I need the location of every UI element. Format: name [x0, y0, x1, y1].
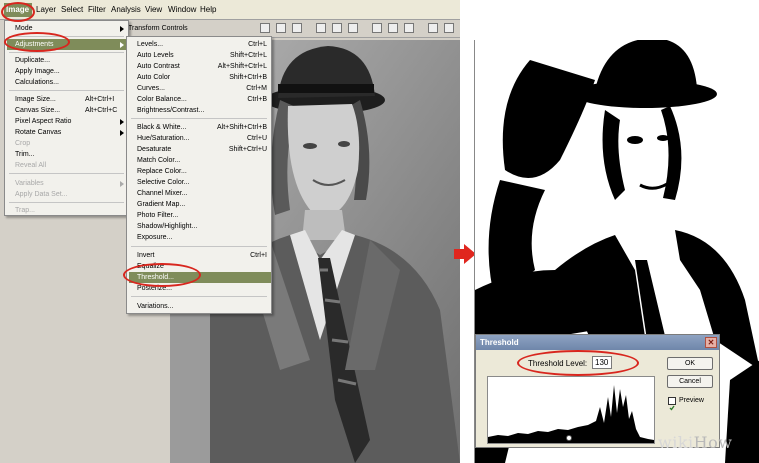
menu-layer[interactable]: Layer — [36, 5, 56, 14]
menu-item-trim[interactable]: Trim... — [15, 149, 35, 160]
menu-select[interactable]: Select — [61, 5, 83, 14]
highlight-circle-adjustments — [4, 32, 70, 52]
menu-item-image-size[interactable]: Image Size... Alt+Ctrl+I — [15, 94, 114, 105]
menu-window[interactable]: Window — [168, 5, 196, 14]
align-left-icon[interactable] — [316, 23, 326, 33]
menu-item-invert[interactable]: Invert Ctrl+I — [137, 250, 267, 261]
menu-item-match-color[interactable]: Match Color... — [137, 155, 267, 166]
align-bottom-icon[interactable] — [292, 23, 302, 33]
menu-item-canvas-size[interactable]: Canvas Size... Alt+Ctrl+C — [15, 105, 117, 116]
submenu-arrow-icon — [120, 42, 124, 48]
distribute-left-icon[interactable] — [428, 23, 438, 33]
submenu-arrow-icon — [120, 119, 124, 125]
menu-item-brightness-contrast[interactable]: Brightness/Contrast... — [137, 105, 267, 116]
transform-controls-label: Transform Controls — [128, 25, 188, 32]
menu-filter[interactable]: Filter — [88, 5, 106, 14]
align-middle-icon[interactable] — [276, 23, 286, 33]
menu-item-auto-levels[interactable]: Auto Levels Shift+Ctrl+L — [137, 50, 267, 61]
menu-item-black-white[interactable]: Black & White... Alt+Shift+Ctrl+B — [137, 122, 267, 133]
menu-item-gradient-map[interactable]: Gradient Map... — [137, 199, 267, 210]
menu-item-rotate-canvas[interactable]: Rotate Canvas — [15, 127, 61, 138]
watermark-part-2: How — [693, 433, 733, 452]
arrow-right-icon — [454, 249, 464, 259]
menu-separator — [131, 118, 267, 119]
threshold-slider-handle[interactable] — [566, 435, 572, 441]
menu-item-duplicate[interactable]: Duplicate... — [15, 55, 50, 66]
menu-item-pixel-aspect-ratio[interactable]: Pixel Aspect Ratio — [15, 116, 71, 127]
menu-item-shadow-highlight[interactable]: Shadow/Highlight... — [137, 221, 267, 232]
photoshop-window: Image Layer Select Filter Analysis View … — [0, 0, 460, 463]
watermark-part-1: wiki — [658, 433, 694, 452]
menu-separator — [131, 246, 267, 247]
menu-view[interactable]: View — [145, 5, 162, 14]
submenu-arrow-icon — [120, 181, 124, 187]
distribute-center-icon[interactable] — [444, 23, 454, 33]
menu-item-reveal-all: Reveal All — [15, 162, 47, 169]
menu-item-apply-data-set: Apply Data Set... — [15, 191, 68, 198]
menu-item-auto-contrast[interactable]: Auto Contrast Alt+Shift+Ctrl+L — [137, 61, 267, 72]
menu-item-desaturate[interactable]: Desaturate Shift+Ctrl+U — [137, 144, 267, 155]
menu-item-auto-color[interactable]: Auto Color Shift+Ctrl+B — [137, 72, 267, 83]
close-icon[interactable]: ✕ — [705, 337, 717, 348]
distribute-middle-icon[interactable] — [388, 23, 398, 33]
menu-separator — [9, 52, 124, 53]
align-right-icon[interactable] — [348, 23, 358, 33]
menu-separator — [9, 173, 124, 174]
menu-item-selective-color[interactable]: Selective Color... — [137, 177, 267, 188]
align-center-icon[interactable] — [332, 23, 342, 33]
checkmark-icon — [669, 405, 675, 411]
menu-item-hue-saturation[interactable]: Hue/Saturation... Ctrl+U — [137, 133, 267, 144]
menu-item-crop: Crop — [15, 140, 31, 147]
highlight-circle-image-menu — [1, 2, 35, 22]
preview-checkbox[interactable] — [668, 397, 676, 411]
menu-analysis[interactable]: Analysis — [111, 5, 141, 14]
submenu-arrow-icon — [120, 26, 124, 32]
menu-separator — [9, 90, 124, 91]
menu-item-apply-image[interactable]: Apply Image... — [15, 66, 60, 77]
menu-item-exposure[interactable]: Exposure... — [137, 232, 267, 243]
distribute-bottom-icon[interactable] — [404, 23, 414, 33]
menu-separator — [9, 202, 124, 203]
menu-item-replace-color[interactable]: Replace Color... — [137, 166, 267, 177]
histogram-graph — [488, 385, 654, 443]
menu-bar: Image Layer Select Filter Analysis View … — [0, 0, 460, 20]
menu-item-photo-filter[interactable]: Photo Filter... — [137, 210, 267, 221]
threshold-dialog: Threshold ✕ Threshold Level: OK Cancel P… — [475, 334, 720, 448]
ok-button[interactable]: OK — [667, 357, 713, 370]
highlight-circle-threshold — [123, 263, 201, 287]
distribute-top-icon[interactable] — [372, 23, 382, 33]
align-top-icon[interactable] — [260, 23, 270, 33]
menu-help[interactable]: Help — [200, 5, 216, 14]
highlight-circle-threshold-level — [517, 350, 639, 376]
preview-label: Preview — [679, 397, 704, 404]
menu-item-trap: Trap... — [15, 207, 35, 214]
menu-item-color-balance[interactable]: Color Balance... Ctrl+B — [137, 94, 267, 105]
menu-item-calculations[interactable]: Calculations... — [15, 77, 59, 88]
submenu-arrow-icon — [120, 130, 124, 136]
menu-item-variations[interactable]: Variations... — [137, 301, 267, 312]
cancel-button[interactable]: Cancel — [667, 375, 713, 388]
wikihow-watermark: wikiHow — [658, 433, 732, 452]
menu-item-variables: Variables — [15, 180, 44, 187]
histogram — [487, 376, 655, 444]
menu-item-curves[interactable]: Curves... Ctrl+M — [137, 83, 267, 94]
menu-item-channel-mixer[interactable]: Channel Mixer... — [137, 188, 267, 199]
menu-separator — [131, 296, 267, 297]
menu-item-levels[interactable]: Levels... Ctrl+L — [137, 39, 267, 50]
dialog-title: Threshold — [476, 335, 719, 350]
